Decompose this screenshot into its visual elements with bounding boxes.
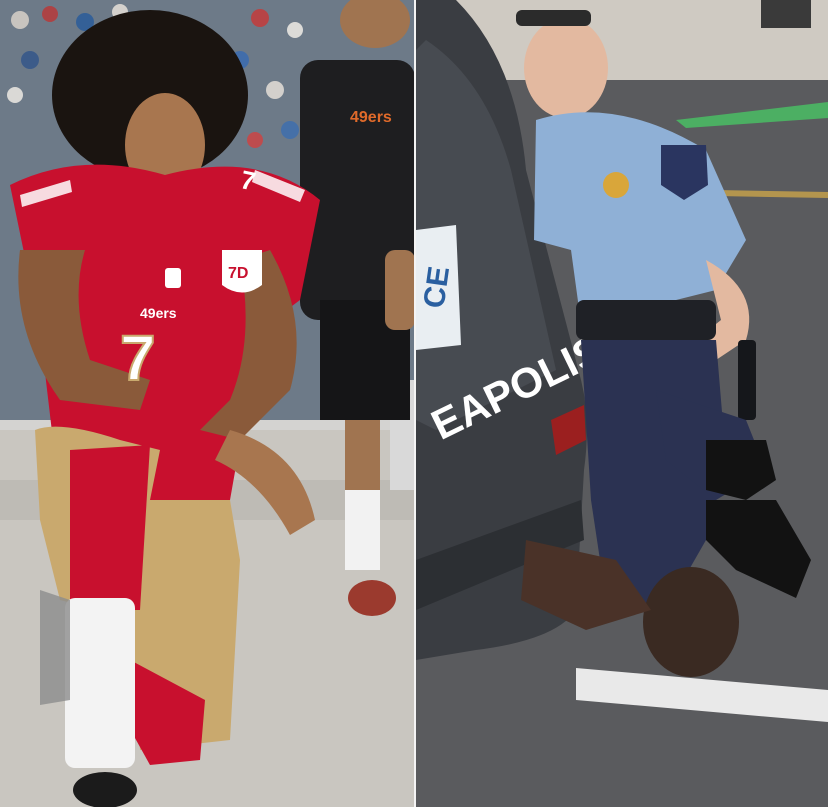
officer-head (524, 18, 608, 118)
bystander-shirt-wordmark: 49ers (350, 109, 392, 126)
right-photo-scene: CE EAPOLIS (416, 0, 828, 807)
left-photo-kneeling-player: 49ers 7 49ers 7 7D (0, 0, 414, 807)
right-photo-police-scene: CE EAPOLIS (416, 0, 828, 807)
jersey-number-front: 7 (120, 322, 156, 394)
nfl-shield-icon (165, 268, 181, 288)
detained-man-head (643, 567, 739, 677)
jersey-patch-badge: 7D (222, 250, 262, 293)
police-badge-icon (603, 172, 629, 198)
duty-belt (576, 300, 716, 340)
left-photo-scene: 49ers 7 49ers 7 7D (0, 0, 414, 807)
license-plate: CE (416, 225, 461, 350)
photo-collage: 49ers 7 49ers 7 7D CE EAPOLIS (0, 0, 828, 807)
officer-sunglasses (516, 10, 591, 26)
license-plate-text: CE (418, 264, 456, 310)
player-cleat (73, 772, 137, 807)
player-red-sock-left (70, 445, 150, 610)
badge-text: 7D (228, 265, 248, 282)
jersey-wordmark: 49ers (140, 305, 177, 321)
player-white-sock (65, 598, 135, 768)
